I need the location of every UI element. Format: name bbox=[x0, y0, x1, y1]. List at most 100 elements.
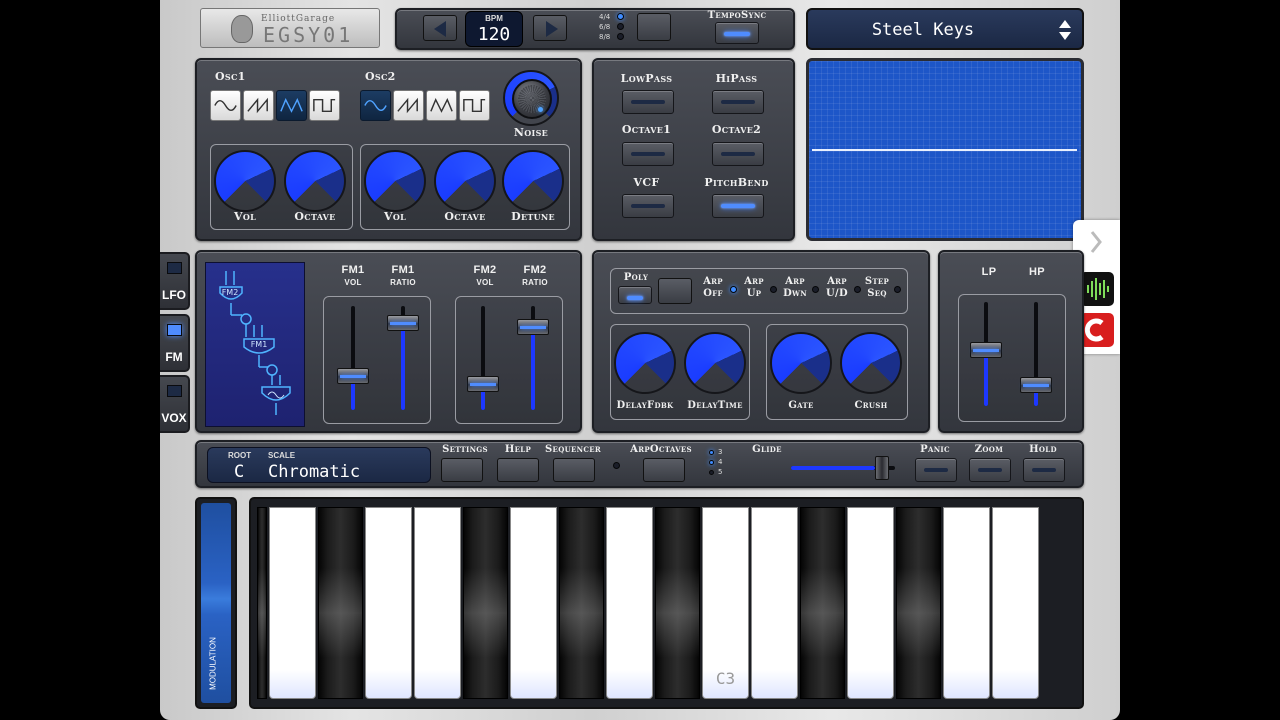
arp-up-label: Arp bbox=[744, 276, 764, 287]
tab-fm[interactable]: FM bbox=[160, 314, 190, 372]
arp-octaves-button[interactable] bbox=[643, 458, 685, 482]
delay-time-knob[interactable] bbox=[684, 332, 746, 394]
black-key[interactable] bbox=[257, 507, 267, 699]
fader-cap[interactable] bbox=[970, 341, 1002, 358]
poly-extra-button[interactable] bbox=[658, 278, 692, 304]
fm2-vol-sub: VOL bbox=[476, 278, 494, 287]
white-key[interactable] bbox=[751, 507, 798, 699]
black-key[interactable] bbox=[559, 507, 604, 699]
next-button[interactable] bbox=[533, 15, 567, 41]
gate-knob[interactable] bbox=[770, 332, 832, 394]
sequencer-button[interactable] bbox=[553, 458, 595, 482]
osc2-octave-knob[interactable] bbox=[434, 150, 496, 212]
white-key[interactable] bbox=[269, 507, 316, 699]
glide-slider[interactable] bbox=[791, 456, 895, 482]
step-seq-led[interactable] bbox=[894, 286, 901, 293]
octave-3-led[interactable] bbox=[709, 450, 714, 455]
time-sig-8-8[interactable]: 8/8 bbox=[599, 33, 610, 41]
help-button[interactable] bbox=[497, 458, 539, 482]
preset-name: Steel Keys bbox=[871, 20, 975, 40]
red-app-icon[interactable] bbox=[1080, 313, 1114, 347]
osc2-saw-button[interactable] bbox=[393, 90, 424, 121]
black-key[interactable] bbox=[318, 507, 363, 699]
octave-5-label: 5 bbox=[718, 468, 723, 476]
osc2-square-button[interactable] bbox=[459, 90, 490, 121]
fm2-ratio-title: FM2 bbox=[523, 264, 547, 276]
osc1-saw-button[interactable] bbox=[243, 90, 274, 121]
hold-button[interactable] bbox=[1023, 458, 1065, 482]
time-sig-4-4[interactable]: 4/4 bbox=[599, 13, 610, 21]
tempo-sync-button[interactable] bbox=[715, 22, 759, 44]
fm-routing-diagram: FM2 FM1 bbox=[205, 262, 305, 427]
white-key[interactable] bbox=[992, 507, 1039, 699]
black-key[interactable] bbox=[655, 507, 700, 699]
fm-led bbox=[167, 324, 182, 336]
preset-selector[interactable]: Steel Keys bbox=[806, 8, 1084, 50]
white-key[interactable] bbox=[414, 507, 461, 699]
osc1-sine-button[interactable] bbox=[210, 90, 241, 121]
fader-cap[interactable] bbox=[467, 376, 499, 393]
noise-knob[interactable] bbox=[503, 70, 559, 126]
root-scale-display[interactable]: ROOT C SCALE Chromatic bbox=[207, 447, 431, 483]
modulation-strip[interactable]: MODULATION bbox=[195, 497, 237, 709]
arp-ud-led[interactable] bbox=[854, 286, 861, 293]
osc1-vol-knob[interactable] bbox=[214, 150, 276, 212]
fm2-vol-fader[interactable] bbox=[467, 306, 499, 410]
white-key[interactable] bbox=[365, 507, 412, 699]
black-key[interactable] bbox=[463, 507, 508, 699]
fm1-vol-fader[interactable] bbox=[337, 306, 369, 410]
poly-button[interactable] bbox=[618, 286, 652, 304]
arp-up-led[interactable] bbox=[770, 286, 777, 293]
osc1-triangle-button[interactable] bbox=[276, 90, 307, 121]
fm1-ratio-fader[interactable] bbox=[387, 306, 419, 410]
fader-cap[interactable] bbox=[387, 314, 419, 331]
crush-knob[interactable] bbox=[840, 332, 902, 394]
osc2-detune-knob[interactable] bbox=[502, 150, 564, 212]
chevron-right-icon[interactable] bbox=[1087, 228, 1105, 256]
oscilloscope-display bbox=[806, 58, 1084, 241]
hipass-button[interactable] bbox=[712, 90, 764, 114]
octave-5-led[interactable] bbox=[709, 470, 714, 475]
fm2-vol-title: FM2 bbox=[473, 264, 497, 276]
osc2-triangle-button[interactable] bbox=[426, 90, 457, 121]
octave-4-led[interactable] bbox=[709, 460, 714, 465]
pitchbend-button[interactable] bbox=[712, 194, 764, 218]
panic-button[interactable] bbox=[915, 458, 957, 482]
osc2-sine-button[interactable] bbox=[360, 90, 391, 121]
lp-fader[interactable] bbox=[970, 302, 1002, 406]
osc1-square-button[interactable] bbox=[309, 90, 340, 121]
audio-waveform-app-icon[interactable] bbox=[1080, 272, 1114, 306]
osc2-vol-knob[interactable] bbox=[364, 150, 426, 212]
fader-cap[interactable] bbox=[337, 367, 369, 384]
fader-cap[interactable] bbox=[517, 319, 549, 336]
tab-vox[interactable]: VOX bbox=[160, 375, 190, 433]
arp-off-led[interactable] bbox=[730, 286, 737, 293]
fader-cap[interactable] bbox=[1020, 376, 1052, 393]
glide-slider-thumb[interactable] bbox=[875, 456, 889, 480]
time-sig-6-8[interactable]: 6/8 bbox=[599, 23, 610, 31]
bpm-display[interactable]: BPM 120 bbox=[465, 11, 523, 47]
white-key[interactable] bbox=[606, 507, 653, 699]
fm2-ratio-fader[interactable] bbox=[517, 306, 549, 410]
octave2-button[interactable] bbox=[712, 142, 764, 166]
lowpass-button[interactable] bbox=[622, 90, 674, 114]
osc1-octave-knob[interactable] bbox=[284, 150, 346, 212]
hp-fader[interactable] bbox=[1020, 302, 1052, 406]
osc1-vol-label: Vol bbox=[233, 210, 257, 223]
white-key[interactable] bbox=[943, 507, 990, 699]
octave1-button[interactable] bbox=[622, 142, 674, 166]
white-key[interactable]: C3 bbox=[702, 507, 749, 699]
zoom-button[interactable] bbox=[969, 458, 1011, 482]
black-key[interactable] bbox=[800, 507, 845, 699]
tab-lfo[interactable]: LFO bbox=[160, 252, 190, 310]
white-key[interactable] bbox=[510, 507, 557, 699]
octave-3-label: 3 bbox=[718, 448, 723, 456]
prev-button[interactable] bbox=[423, 15, 457, 41]
time-sig-button[interactable] bbox=[637, 13, 671, 41]
white-key[interactable] bbox=[847, 507, 894, 699]
arp-dwn-led[interactable] bbox=[812, 286, 819, 293]
black-key[interactable] bbox=[896, 507, 941, 699]
vcf-button[interactable] bbox=[622, 194, 674, 218]
delay-fdbk-knob[interactable] bbox=[614, 332, 676, 394]
settings-button[interactable] bbox=[441, 458, 483, 482]
